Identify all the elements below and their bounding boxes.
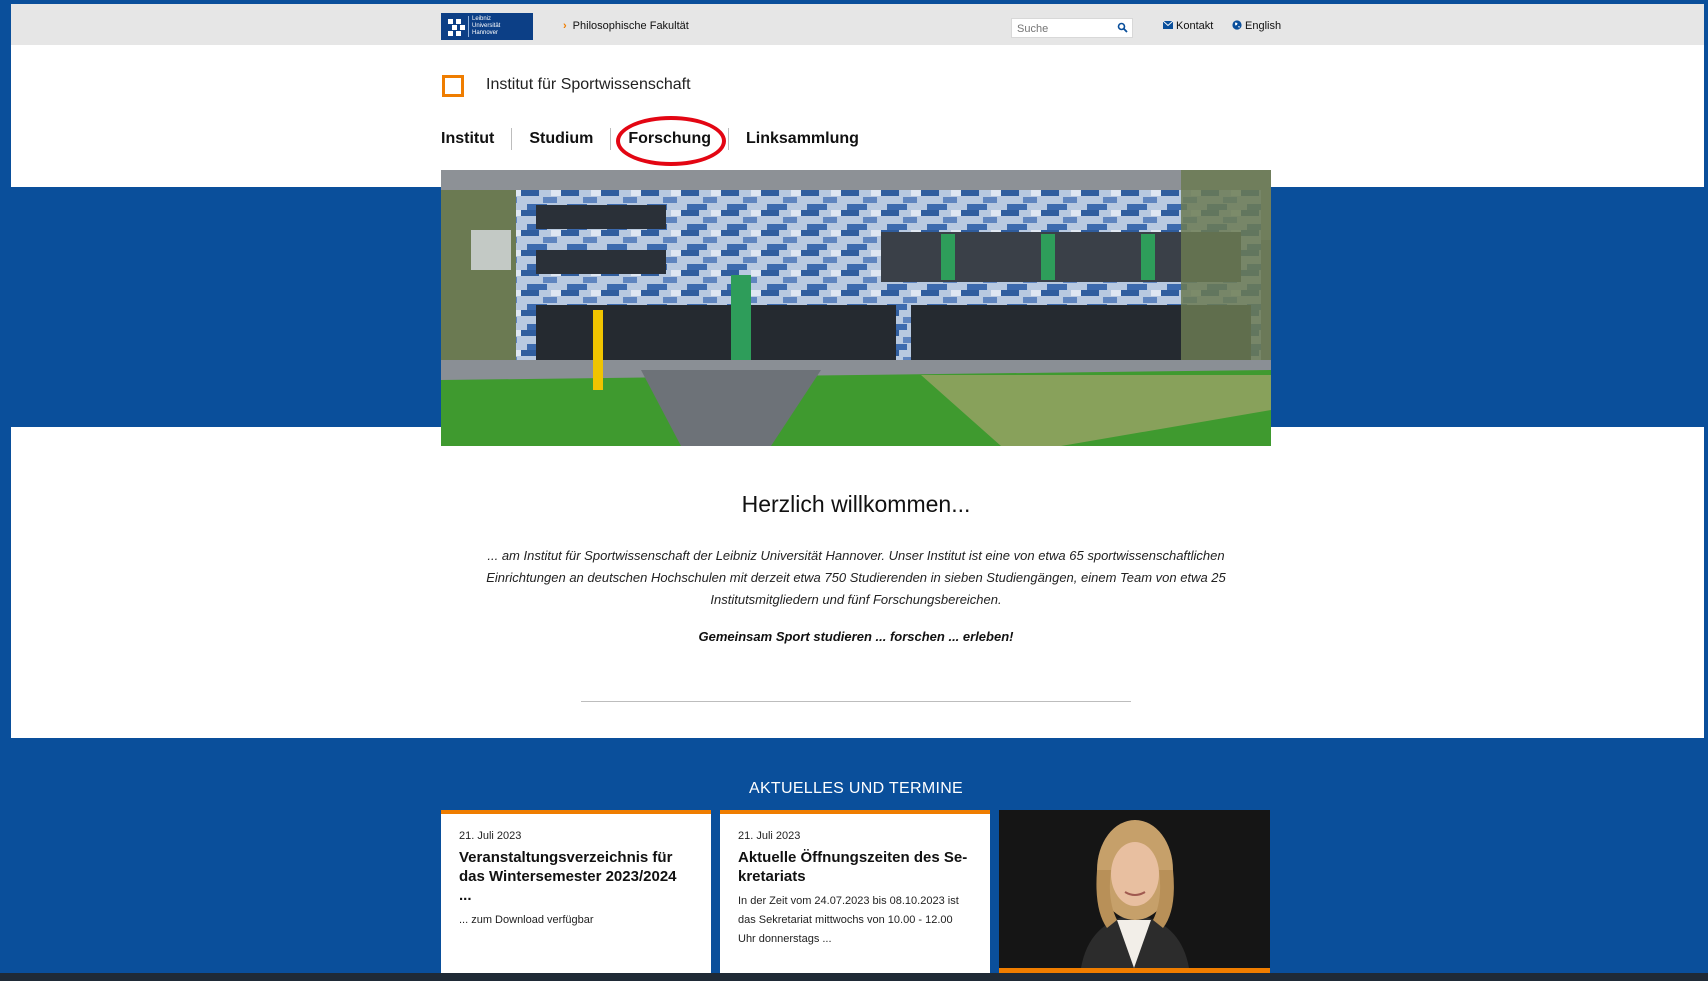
logo-mark-icon [444, 16, 469, 37]
news-title[interactable]: Aktuelle Öffnungszeiten des Se-kretariat… [738, 848, 972, 886]
os-taskbar [0, 973, 1708, 981]
globe-icon [1232, 20, 1242, 30]
university-logo[interactable]: Leibniz Universität Hannover [441, 13, 533, 40]
news-photo-card[interactable] [999, 810, 1270, 973]
news-date: 21. Juli 2023 [459, 830, 522, 842]
welcome-text: ... am Institut für Sportwissenschaft de… [486, 548, 1226, 607]
institute-logo-square [442, 75, 464, 97]
contact-label: Kontakt [1176, 20, 1214, 32]
institute-title[interactable]: Institut für Sportwissenschaft [486, 76, 691, 94]
news-card[interactable]: 21. Juli 2023 Aktuelle Öffnungszeiten de… [720, 810, 990, 973]
chevron-right-icon: › [563, 20, 567, 32]
logo-text: Leibniz Universität Hannover [472, 16, 501, 36]
person-photo [999, 810, 1270, 968]
nav-item-linksammlung[interactable]: Linksammlung [728, 128, 876, 150]
hero-image [441, 170, 1271, 446]
highlight-circle [616, 116, 726, 166]
news-card[interactable]: 21. Juli 2023 Veranstaltungsverzeichnis … [441, 810, 711, 973]
nav-item-studium[interactable]: Studium [511, 128, 610, 150]
news-title[interactable]: Veranstaltungsverzeichnis für das Winter… [459, 848, 693, 905]
nav-item-institut[interactable]: Institut [441, 128, 511, 150]
breadcrumb[interactable]: › Philosophische Fakultät [563, 20, 689, 32]
search-icon[interactable] [1117, 22, 1128, 33]
browser-page: Leibniz Universität Hannover › Philosophi… [11, 4, 1704, 973]
mail-icon [1162, 20, 1174, 29]
section-divider [581, 701, 1131, 702]
contact-link[interactable]: Kontakt [1162, 20, 1214, 32]
language-link[interactable]: English [1232, 20, 1281, 32]
news-heading: AKTUELLES UND TERMINE [748, 780, 964, 797]
language-label: English [1245, 20, 1282, 32]
news-date: 21. Juli 2023 [738, 830, 801, 842]
search-input[interactable] [1012, 19, 1120, 39]
search-box [1011, 18, 1133, 39]
top-bar: Leibniz Universität Hannover › Philosophi… [11, 4, 1704, 45]
welcome-slogan: Gemeinsam Sport studieren ... forschen .… [698, 629, 1014, 644]
welcome-heading: Herzlich willkommen... [741, 491, 971, 517]
news-teaser: ... zum Download verfügbar [459, 914, 594, 926]
breadcrumb-faculty[interactable]: Philosophische Fakultät [573, 20, 689, 32]
news-teaser: In der Zeit vom 24.07.2023 bis 08.10.202… [738, 895, 959, 945]
